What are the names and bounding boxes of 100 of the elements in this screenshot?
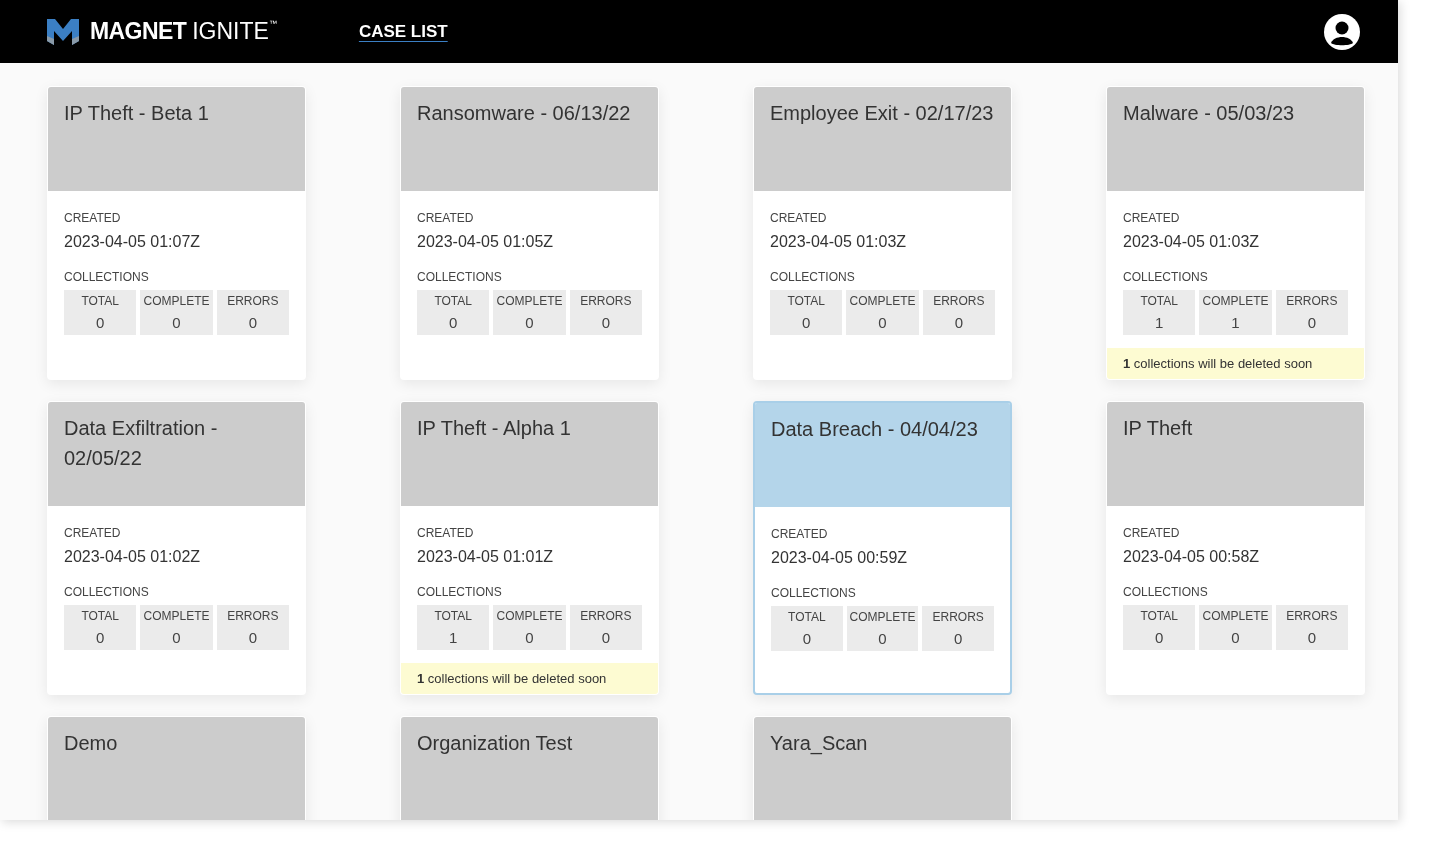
stat-label: ERRORS	[933, 293, 985, 310]
case-title: Malware - 05/03/23	[1123, 101, 1296, 126]
stat-value: 0	[601, 628, 610, 648]
created-date: 2023-04-05 01:01Z	[417, 547, 555, 567]
stat-value: 0	[449, 313, 458, 333]
stat-value: 0	[954, 629, 963, 649]
stat-label: COMPLETE	[849, 293, 916, 310]
stat-label: COMPLETE	[496, 293, 563, 310]
stat-value: 1	[1231, 313, 1240, 333]
stat-value: 0	[172, 313, 181, 333]
stat-value: 0	[1307, 628, 1316, 648]
created-label: CREATED	[417, 210, 475, 227]
stat-value: 0	[1155, 628, 1164, 648]
created-date: 2023-04-05 01:05Z	[417, 232, 555, 252]
created-label: CREATED	[770, 210, 828, 227]
case-card[interactable]: Data Exfiltration - 02/05/22 CREATED 2023-04-05 01:02Z COLLECTIONS TOTAL 0 COMPLETE 0 ERRORS 0	[47, 401, 306, 695]
created-date: 2023-04-05 01:07Z	[64, 232, 202, 252]
stat-value: 0	[601, 313, 610, 333]
trademark-mark: ™	[268, 18, 277, 30]
case-list-link[interactable]: CASE LIST	[358, 18, 448, 45]
case-title: Demo	[64, 731, 119, 756]
case-card[interactable]: IP Theft - Beta 1 CREATED 2023-04-05 01:07Z COLLECTIONS TOTAL 0 COMPLETE 0 ERRORS 0	[47, 86, 306, 380]
stat-value: 0	[802, 629, 811, 649]
stat-label: COMPLETE	[1202, 608, 1269, 625]
stat-value: 0	[96, 628, 105, 648]
collections-label: COLLECTIONS	[770, 269, 856, 286]
case-title: Ransomware - 06/13/22	[417, 101, 632, 126]
case-title: Yara_Scan	[770, 731, 869, 757]
case-card[interactable]: Malware - 05/03/23 CREATED 2023-04-05 01:03Z COLLECTIONS TOTAL 1 COMPLETE 1 ERRORS 0 1 collections will be deleted soon	[1106, 86, 1365, 380]
stat-value: 0	[878, 313, 887, 333]
collections-label: COLLECTIONS	[417, 584, 503, 601]
created-date: 2023-04-05 00:59Z	[771, 548, 909, 568]
created-date: 2023-04-05 00:58Z	[1123, 547, 1261, 567]
case-card[interactable]: IP Theft - Alpha 1 CREATED 2023-04-05 01:01Z COLLECTIONS TOTAL 1 COMPLETE 0 ERRORS 0 1 collections will be deleted soon	[400, 401, 659, 695]
stat-label: TOTAL	[1140, 608, 1178, 625]
stat-value: 0	[802, 313, 811, 333]
logo-text: IGNITE	[192, 17, 269, 47]
created-label: CREATED	[771, 526, 829, 543]
created-date: 2023-04-05 01:03Z	[770, 232, 908, 252]
stat-label: ERRORS	[580, 293, 632, 310]
created-date: 2023-04-05 01:02Z	[64, 547, 202, 567]
stat-value: 1	[449, 628, 458, 648]
created-label: CREATED	[64, 210, 122, 227]
stat-value: 1	[1155, 313, 1164, 333]
stat-label: ERRORS	[932, 609, 984, 626]
stat-value: 0	[878, 629, 887, 649]
created-label: CREATED	[64, 525, 122, 542]
stat-value: 0	[954, 313, 963, 333]
logo-text: MAGNET	[90, 17, 187, 47]
stat-label: TOTAL	[788, 609, 826, 626]
stat-label: COMPLETE	[1202, 293, 1269, 310]
case-card[interactable]: Organization Test	[400, 716, 659, 820]
collections-label: COLLECTIONS	[64, 269, 150, 286]
stat-label: COMPLETE	[143, 608, 210, 625]
stat-value: 0	[248, 313, 257, 333]
stat-value: 0	[525, 313, 534, 333]
created-label: CREATED	[417, 525, 475, 542]
created-label: CREATED	[1123, 210, 1181, 227]
stat-label: TOTAL	[434, 608, 472, 625]
stat-label: ERRORS	[1286, 608, 1338, 625]
collections-label: COLLECTIONS	[417, 269, 503, 286]
collections-label: COLLECTIONS	[1123, 584, 1209, 601]
case-title: IP Theft - Beta 1	[64, 101, 210, 126]
case-card[interactable]: Ransomware - 06/13/22 CREATED 2023-04-05 01:05Z COLLECTIONS TOTAL 0 COMPLETE 0 ERRORS 0	[400, 86, 659, 380]
collections-label: COLLECTIONS	[1123, 269, 1209, 286]
case-card[interactable]: IP Theft CREATED 2023-04-05 00:58Z COLLECTIONS TOTAL 0 COMPLETE 0 ERRORS 0	[1106, 401, 1365, 695]
logo-icon	[46, 16, 80, 47]
stat-value: 0	[525, 628, 534, 648]
case-title: IP Theft - Alpha 1	[417, 416, 572, 441]
user-avatar-icon[interactable]	[1324, 13, 1360, 50]
stat-value: 0	[248, 628, 257, 648]
collections-label: COLLECTIONS	[64, 584, 150, 601]
stat-label: TOTAL	[434, 293, 472, 310]
case-title: Data Breach - 04/04/23	[771, 417, 979, 442]
created-date: 2023-04-05 01:03Z	[1123, 232, 1261, 252]
stat-label: ERRORS	[580, 608, 632, 625]
stat-label: COMPLETE	[496, 608, 563, 625]
stat-label: TOTAL	[81, 608, 119, 625]
case-title: Data Exfiltration - 02/05/22	[64, 416, 219, 471]
case-card[interactable]: Yara_Scan	[753, 716, 1012, 820]
created-label: CREATED	[1123, 525, 1181, 542]
stat-value: 0	[172, 628, 181, 648]
stat-value: 0	[1231, 628, 1240, 648]
stat-value: 0	[96, 313, 105, 333]
deletion-notice: 1 collections will be deleted soon	[1107, 347, 1364, 379]
case-card[interactable]: Employee Exit - 02/17/23 CREATED 2023-04-05 01:03Z COLLECTIONS TOTAL 0 COMPLETE 0 ERRORS 0	[753, 86, 1012, 380]
stat-label: COMPLETE	[143, 293, 210, 310]
case-title: Organization Test	[417, 731, 574, 756]
stat-label: TOTAL	[1140, 293, 1178, 310]
deletion-notice: 1 collections will be deleted soon	[401, 662, 658, 694]
case-title: Employee Exit - 02/17/23	[770, 101, 995, 126]
stat-label: ERRORS	[227, 608, 279, 625]
case-card[interactable]: Data Breach - 04/04/23 CREATED 2023-04-05 00:59Z COLLECTIONS TOTAL 0 COMPLETE 0 ERRORS 0	[753, 401, 1012, 695]
case-card[interactable]: Demo	[47, 716, 306, 820]
stat-label: ERRORS	[1286, 293, 1338, 310]
stat-label: TOTAL	[787, 293, 825, 310]
collections-label: COLLECTIONS	[771, 585, 857, 602]
stat-label: TOTAL	[81, 293, 119, 310]
stat-label: COMPLETE	[849, 609, 916, 626]
stat-value: 0	[1307, 313, 1316, 333]
